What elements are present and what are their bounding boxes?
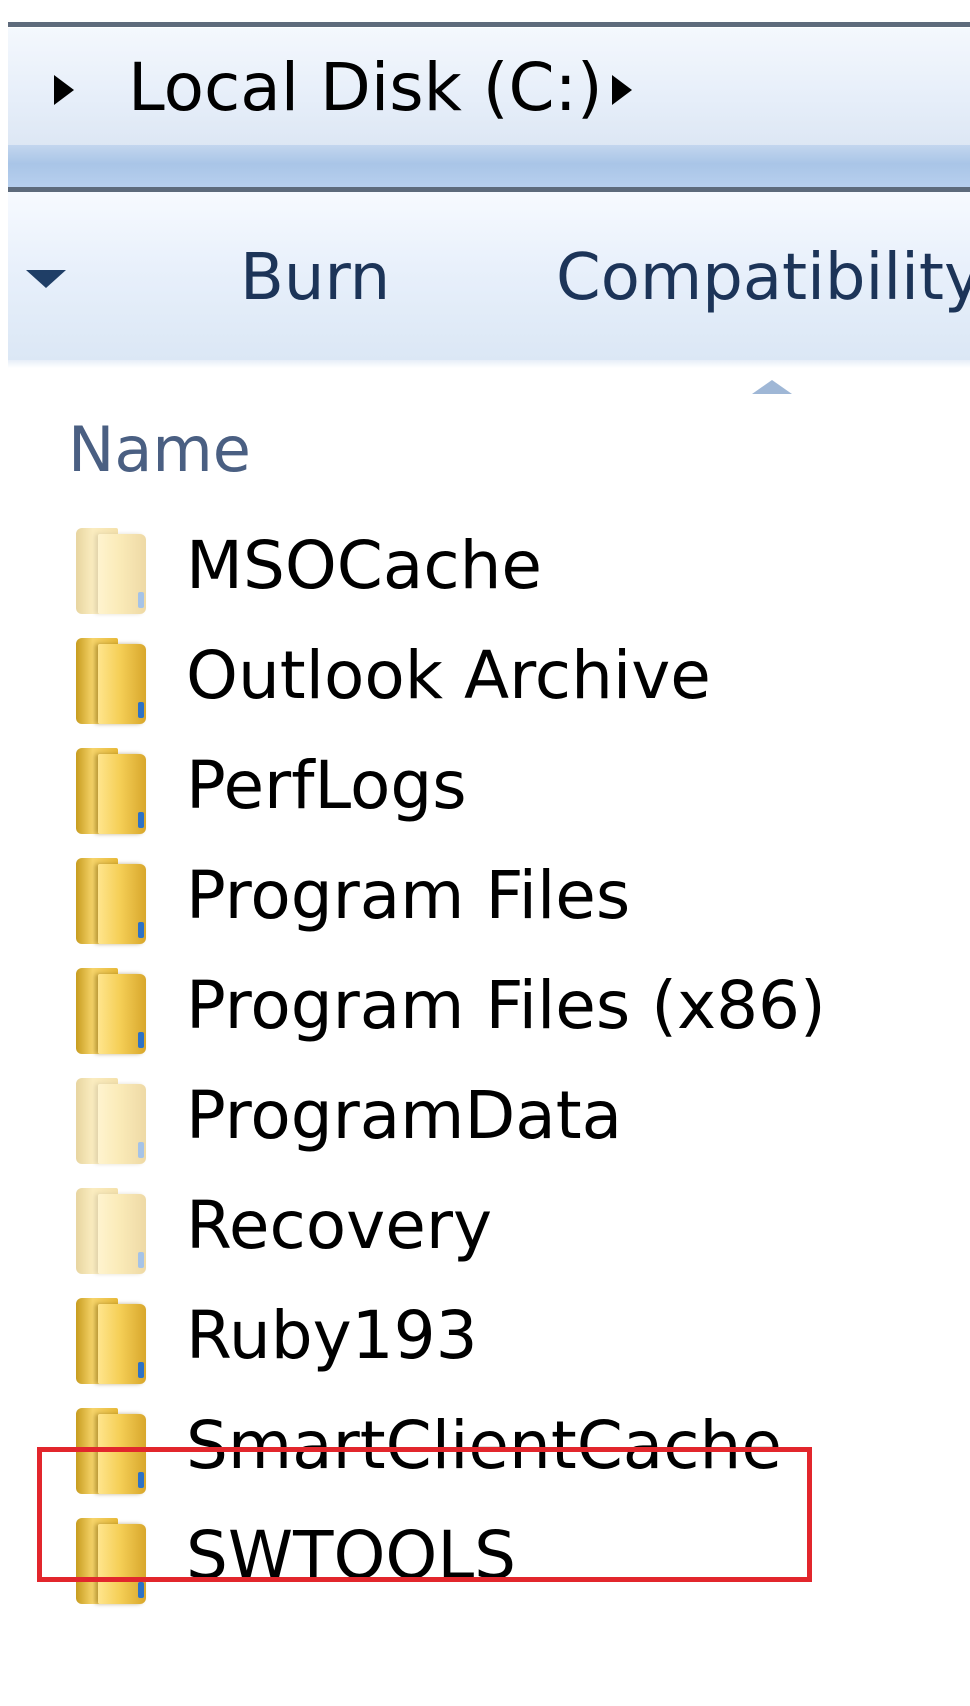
folder-icon bbox=[76, 858, 148, 944]
file-name: PerfLogs bbox=[186, 747, 467, 824]
column-header-name[interactable]: Name bbox=[68, 410, 251, 490]
file-row-ruby193[interactable]: Ruby193 bbox=[40, 1276, 970, 1386]
file-name: Recovery bbox=[186, 1187, 493, 1264]
file-row-program-files-x86[interactable]: Program Files (x86) bbox=[40, 946, 970, 1056]
burn-button[interactable]: Burn bbox=[240, 238, 390, 318]
file-name: ProgramData bbox=[186, 1077, 623, 1154]
compatibility-button[interactable]: Compatibility bbox=[556, 238, 970, 318]
breadcrumb-local-disk[interactable]: Local Disk (C:) bbox=[128, 48, 603, 128]
folder-icon bbox=[76, 968, 148, 1054]
toolbar-divider bbox=[8, 360, 970, 368]
folder-icon bbox=[76, 1188, 148, 1274]
file-row-outlook-archive[interactable]: Outlook Archive bbox=[40, 616, 970, 726]
folder-icon bbox=[76, 1298, 148, 1384]
file-name: Outlook Archive bbox=[186, 637, 711, 714]
file-name: Program Files (x86) bbox=[186, 967, 826, 1044]
file-row-program-files[interactable]: Program Files bbox=[40, 836, 970, 946]
folder-icon bbox=[76, 1078, 148, 1164]
file-name: MSOCache bbox=[186, 527, 543, 604]
file-row-programdata[interactable]: ProgramData bbox=[40, 1056, 970, 1166]
dropdown-arrow-icon[interactable] bbox=[26, 270, 66, 288]
folder-icon bbox=[76, 748, 148, 834]
sort-ascending-icon bbox=[752, 380, 792, 394]
breadcrumb-chevron-icon[interactable] bbox=[54, 75, 74, 105]
file-row-perflogs[interactable]: PerfLogs bbox=[40, 726, 970, 836]
folder-icon bbox=[76, 638, 148, 724]
address-bar-bottom-band bbox=[8, 145, 970, 192]
file-row-recovery[interactable]: Recovery bbox=[40, 1166, 970, 1276]
breadcrumb-chevron-icon[interactable] bbox=[612, 75, 632, 105]
highlight-annotation bbox=[37, 1447, 812, 1582]
file-name: Program Files bbox=[186, 857, 631, 934]
folder-icon bbox=[76, 528, 148, 614]
file-row-msocache[interactable]: MSOCache bbox=[40, 506, 970, 616]
file-name: Ruby193 bbox=[186, 1297, 478, 1374]
